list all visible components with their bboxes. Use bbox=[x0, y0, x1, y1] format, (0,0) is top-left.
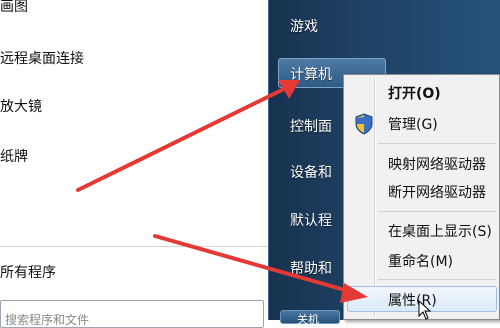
menu-item-disconnect-network-drive[interactable]: 断开网络驱动器 bbox=[388, 182, 486, 202]
program-label: 纸牌 bbox=[0, 149, 28, 165]
menu-item-manage[interactable]: 管理(G) bbox=[388, 114, 438, 134]
places-item-computer[interactable]: 计算机 bbox=[290, 64, 332, 84]
places-label: 设备和 bbox=[290, 165, 332, 181]
menu-separator bbox=[378, 279, 496, 280]
program-label: 画图 bbox=[0, 0, 28, 15]
uac-shield-icon bbox=[355, 113, 373, 135]
all-programs-label: 所有程序 bbox=[0, 265, 56, 281]
shutdown-button[interactable]: 关机 bbox=[280, 310, 340, 326]
places-label: 帮助和 bbox=[290, 261, 332, 277]
menu-item-label: 重命名(M) bbox=[388, 254, 454, 270]
shutdown-label: 关机 bbox=[297, 313, 319, 326]
program-label: 放大镜 bbox=[0, 99, 42, 115]
menu-item-label: 断开网络驱动器 bbox=[388, 185, 486, 201]
program-item-magnifier[interactable]: 放大镜 bbox=[0, 96, 42, 116]
menu-item-open[interactable]: 打开(O) bbox=[388, 83, 441, 103]
places-label: 默认程 bbox=[290, 213, 332, 229]
program-label: 远程桌面连接 bbox=[0, 51, 84, 67]
all-programs-button[interactable]: 所有程序 bbox=[0, 262, 56, 282]
program-item-remote-desktop[interactable]: 远程桌面连接 bbox=[0, 48, 84, 68]
menu-item-label: 打开(O) bbox=[388, 86, 441, 102]
places-item-games[interactable]: 游戏 bbox=[290, 16, 318, 36]
menu-item-label: 映射网络驱动器 bbox=[388, 157, 486, 173]
places-item-help[interactable]: 帮助和 bbox=[290, 258, 332, 278]
places-item-devices[interactable]: 设备和 bbox=[290, 162, 332, 182]
places-label: 游戏 bbox=[290, 19, 318, 35]
context-menu: 打开(O) 管理(G) 映射网络驱动器 断开网络驱动器 在桌面上显示(S) 重命… bbox=[343, 74, 500, 320]
menu-separator bbox=[378, 211, 496, 212]
places-label: 控制面 bbox=[290, 119, 332, 135]
start-menu-programs-panel: 画图 远程桌面连接 放大镜 纸牌 所有程序 搜索程序和文件 bbox=[0, 0, 268, 328]
menu-item-label: 在桌面上显示(S) bbox=[388, 224, 492, 240]
divider bbox=[0, 246, 268, 247]
places-item-default-programs[interactable]: 默认程 bbox=[290, 210, 332, 230]
menu-gutter-highlight bbox=[375, 77, 376, 317]
menu-item-map-network-drive[interactable]: 映射网络驱动器 bbox=[388, 154, 486, 174]
menu-separator bbox=[378, 143, 496, 144]
menu-item-show-on-desktop[interactable]: 在桌面上显示(S) bbox=[388, 221, 492, 241]
search-input[interactable]: 搜索程序和文件 bbox=[0, 300, 264, 328]
program-item-solitaire[interactable]: 纸牌 bbox=[0, 146, 28, 166]
places-label: 计算机 bbox=[290, 67, 332, 83]
menu-item-label: 管理(G) bbox=[388, 117, 438, 133]
program-item-paint[interactable]: 画图 bbox=[0, 0, 28, 20]
mouse-cursor-icon bbox=[418, 300, 432, 320]
menu-item-rename[interactable]: 重命名(M) bbox=[388, 251, 453, 271]
places-item-control-panel[interactable]: 控制面 bbox=[290, 116, 332, 136]
